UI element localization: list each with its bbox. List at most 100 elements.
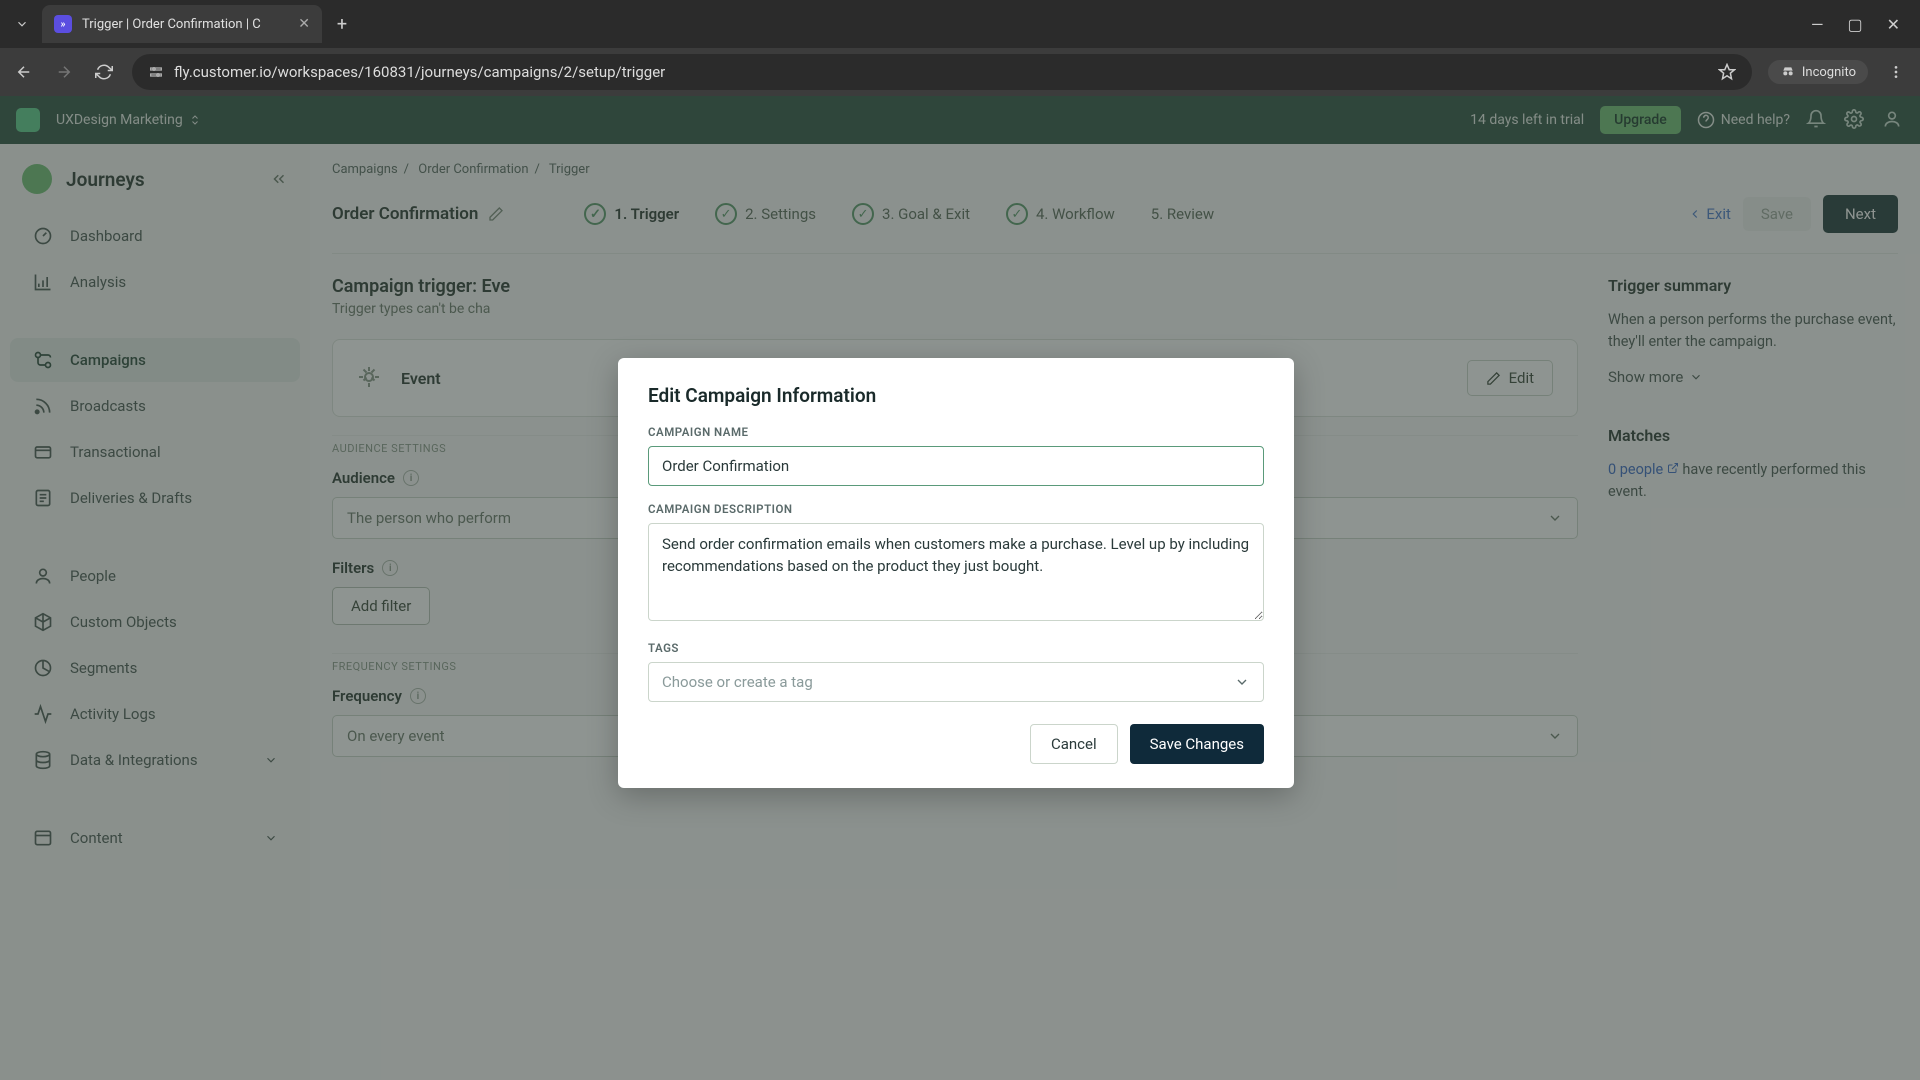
edit-event-button[interactable]: Edit — [1467, 360, 1553, 396]
breadcrumb: Campaigns/ Order Confirmation/ Trigger — [332, 144, 1898, 185]
next-button[interactable]: Next — [1823, 195, 1898, 233]
summary-text: When a person performs the purchase even… — [1608, 309, 1898, 354]
url-text: fly.customer.io/workspaces/160831/journe… — [174, 63, 665, 81]
upgrade-button[interactable]: Upgrade — [1600, 106, 1681, 134]
step-review[interactable]: 5. Review — [1151, 203, 1214, 225]
database-icon — [32, 749, 54, 771]
cancel-button[interactable]: Cancel — [1030, 724, 1118, 764]
favicon-icon: » — [54, 15, 72, 33]
crumb-trigger[interactable]: Trigger — [549, 162, 590, 177]
show-more-button[interactable]: Show more — [1608, 368, 1898, 386]
bookmark-icon[interactable] — [1718, 63, 1736, 81]
sidebar-item-data[interactable]: Data & Integrations — [10, 738, 300, 782]
modal-title: Edit Campaign Information — [648, 384, 1264, 407]
matches-title: Matches — [1608, 426, 1898, 445]
step-trigger[interactable]: ✓1. Trigger — [584, 203, 679, 225]
matches-text: 0 people have recently performed this ev… — [1608, 459, 1898, 504]
content-icon — [32, 827, 54, 849]
sidebar: Journeys Dashboard Analysis Campaigns Br… — [0, 144, 310, 1080]
new-tab-button[interactable]: + — [328, 10, 356, 38]
filters-label: Filters — [332, 559, 374, 577]
tags-select[interactable]: Choose or create a tag — [648, 662, 1264, 702]
app-logo-icon[interactable] — [16, 108, 40, 132]
campaign-desc-textarea[interactable] — [648, 523, 1264, 621]
url-input[interactable]: fly.customer.io/workspaces/160831/journe… — [132, 54, 1752, 90]
chevron-down-icon — [1234, 674, 1250, 690]
gauge-icon — [32, 225, 54, 247]
back-button[interactable] — [12, 60, 36, 84]
campaign-name-input[interactable] — [648, 446, 1264, 486]
chevron-down-icon — [1547, 510, 1563, 526]
forward-button[interactable] — [52, 60, 76, 84]
browser-tabbar: » Trigger | Order Confirmation | C ✕ + ―… — [0, 0, 1920, 48]
activity-icon — [32, 703, 54, 725]
chevron-down-icon — [264, 831, 278, 845]
edit-title-icon[interactable] — [488, 206, 504, 222]
sidebar-item-analysis[interactable]: Analysis — [10, 260, 300, 304]
page-title: Order Confirmation — [332, 204, 478, 224]
sidebar-item-deliveries[interactable]: Deliveries & Drafts — [10, 476, 300, 520]
sidebar-item-activity[interactable]: Activity Logs — [10, 692, 300, 736]
journeys-logo-icon — [22, 164, 52, 194]
reload-button[interactable] — [92, 60, 116, 84]
step-settings[interactable]: ✓2. Settings — [715, 203, 816, 225]
chevron-down-icon — [264, 753, 278, 767]
people-icon — [32, 565, 54, 587]
chevron-updown-icon — [189, 114, 201, 126]
exit-link[interactable]: Exit — [1688, 205, 1731, 223]
campaign-name-label: CAMPAIGN NAME — [648, 425, 1264, 439]
sidebar-item-transactional[interactable]: Transactional — [10, 430, 300, 474]
minimize-icon[interactable]: ― — [1811, 15, 1824, 34]
step-workflow[interactable]: ✓4. Workflow — [1006, 203, 1115, 225]
crumb-order[interactable]: Order Confirmation — [418, 162, 528, 177]
step-goal[interactable]: ✓3. Goal & Exit — [852, 203, 970, 225]
save-button[interactable]: Save — [1743, 197, 1811, 231]
frequency-label: Frequency — [332, 687, 402, 705]
close-window-icon[interactable]: ✕ — [1887, 15, 1900, 34]
workspace-switcher[interactable]: UXDesign Marketing — [56, 112, 201, 128]
save-changes-button[interactable]: Save Changes — [1130, 724, 1264, 764]
edit-campaign-modal: Edit Campaign Information CAMPAIGN NAME … — [618, 358, 1294, 788]
collapse-sidebar-icon[interactable] — [270, 170, 288, 188]
info-icon[interactable]: i — [403, 470, 419, 486]
sidebar-item-content[interactable]: Content — [10, 816, 300, 860]
sidebar-item-people[interactable]: People — [10, 554, 300, 598]
help-button[interactable]: Need help? — [1697, 111, 1790, 129]
campaigns-icon — [32, 349, 54, 371]
browser-menu-icon[interactable] — [1884, 60, 1908, 84]
maximize-icon[interactable]: ▢ — [1847, 15, 1862, 34]
event-label: Event — [401, 369, 441, 388]
transactional-icon — [32, 441, 54, 463]
tags-label: TAGS — [648, 641, 1264, 655]
crumb-campaigns[interactable]: Campaigns — [332, 162, 398, 177]
sidebar-item-dashboard[interactable]: Dashboard — [10, 214, 300, 258]
sidebar-item-objects[interactable]: Custom Objects — [10, 600, 300, 644]
sidebar-title: Journeys — [66, 168, 145, 191]
trigger-subtext: Trigger types can't be cha — [332, 301, 1578, 317]
account-icon[interactable] — [1882, 109, 1904, 131]
info-icon[interactable]: i — [382, 560, 398, 576]
chart-icon — [32, 271, 54, 293]
people-link[interactable]: 0 people — [1608, 461, 1663, 478]
browser-tab[interactable]: » Trigger | Order Confirmation | C ✕ — [42, 5, 322, 43]
sidebar-item-campaigns[interactable]: Campaigns — [10, 338, 300, 382]
tab-search-icon[interactable] — [8, 10, 36, 38]
trigger-heading: Campaign trigger: Eve — [332, 276, 1578, 297]
audience-label: Audience — [332, 469, 395, 487]
drafts-icon — [32, 487, 54, 509]
add-filter-button[interactable]: Add filter — [332, 587, 430, 625]
sidebar-item-segments[interactable]: Segments — [10, 646, 300, 690]
info-icon[interactable]: i — [410, 688, 426, 704]
tab-title: Trigger | Order Confirmation | C — [82, 17, 261, 32]
close-tab-icon[interactable]: ✕ — [298, 16, 310, 32]
settings-icon[interactable] — [1844, 109, 1866, 131]
event-icon — [357, 365, 383, 391]
incognito-badge[interactable]: Incognito — [1768, 60, 1868, 84]
chevron-down-icon — [1547, 728, 1563, 744]
summary-title: Trigger summary — [1608, 276, 1898, 295]
segments-icon — [32, 657, 54, 679]
site-settings-icon[interactable] — [148, 64, 164, 80]
sidebar-item-broadcasts[interactable]: Broadcasts — [10, 384, 300, 428]
notifications-icon[interactable] — [1806, 109, 1828, 131]
external-link-icon — [1667, 462, 1679, 474]
